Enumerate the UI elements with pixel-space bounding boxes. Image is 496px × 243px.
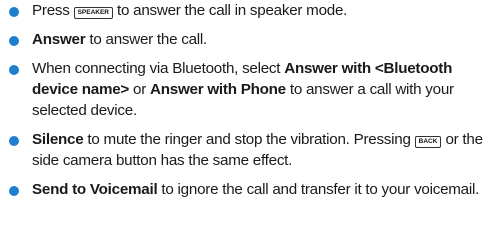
- list-item-voicemail: Send to Voicemail to ignore the call and…: [9, 179, 493, 200]
- item-text: Press: [32, 2, 70, 19]
- list-item-bluetooth: When connecting via Bluetooth, select An…: [9, 58, 493, 121]
- item-text: to ignore the call and transfer it to yo…: [161, 181, 480, 198]
- item-option-label: Silence: [32, 131, 84, 148]
- item-text: to answer the call in speaker mode.: [116, 2, 348, 19]
- speaker-key-icon: SPEAKER: [73, 7, 113, 19]
- bullet-icon: [9, 7, 19, 17]
- instruction-list: Press SPEAKER to answer the call in spea…: [9, 0, 493, 207]
- bullet-icon: [9, 186, 19, 196]
- item-text: to answer the call.: [89, 31, 208, 48]
- list-item-silence: Silence to mute the ringer and stop the …: [9, 129, 493, 171]
- bullet-icon: [9, 136, 19, 146]
- item-text: When connecting via Bluetooth, select: [32, 60, 281, 77]
- item-option-label: Answer with Phone: [150, 81, 286, 98]
- list-item-speaker: Press SPEAKER to answer the call in spea…: [9, 0, 493, 21]
- item-text: or: [133, 81, 147, 98]
- list-item-answer: Answer to answer the call.: [9, 29, 493, 50]
- back-key-icon: BACK: [414, 136, 442, 148]
- item-option-label: Answer: [32, 31, 86, 48]
- item-option-label: Send to Voicemail: [32, 181, 158, 198]
- item-text: to mute the ringer and stop the vibratio…: [87, 131, 411, 148]
- bullet-icon: [9, 36, 19, 46]
- bullet-icon: [9, 65, 19, 75]
